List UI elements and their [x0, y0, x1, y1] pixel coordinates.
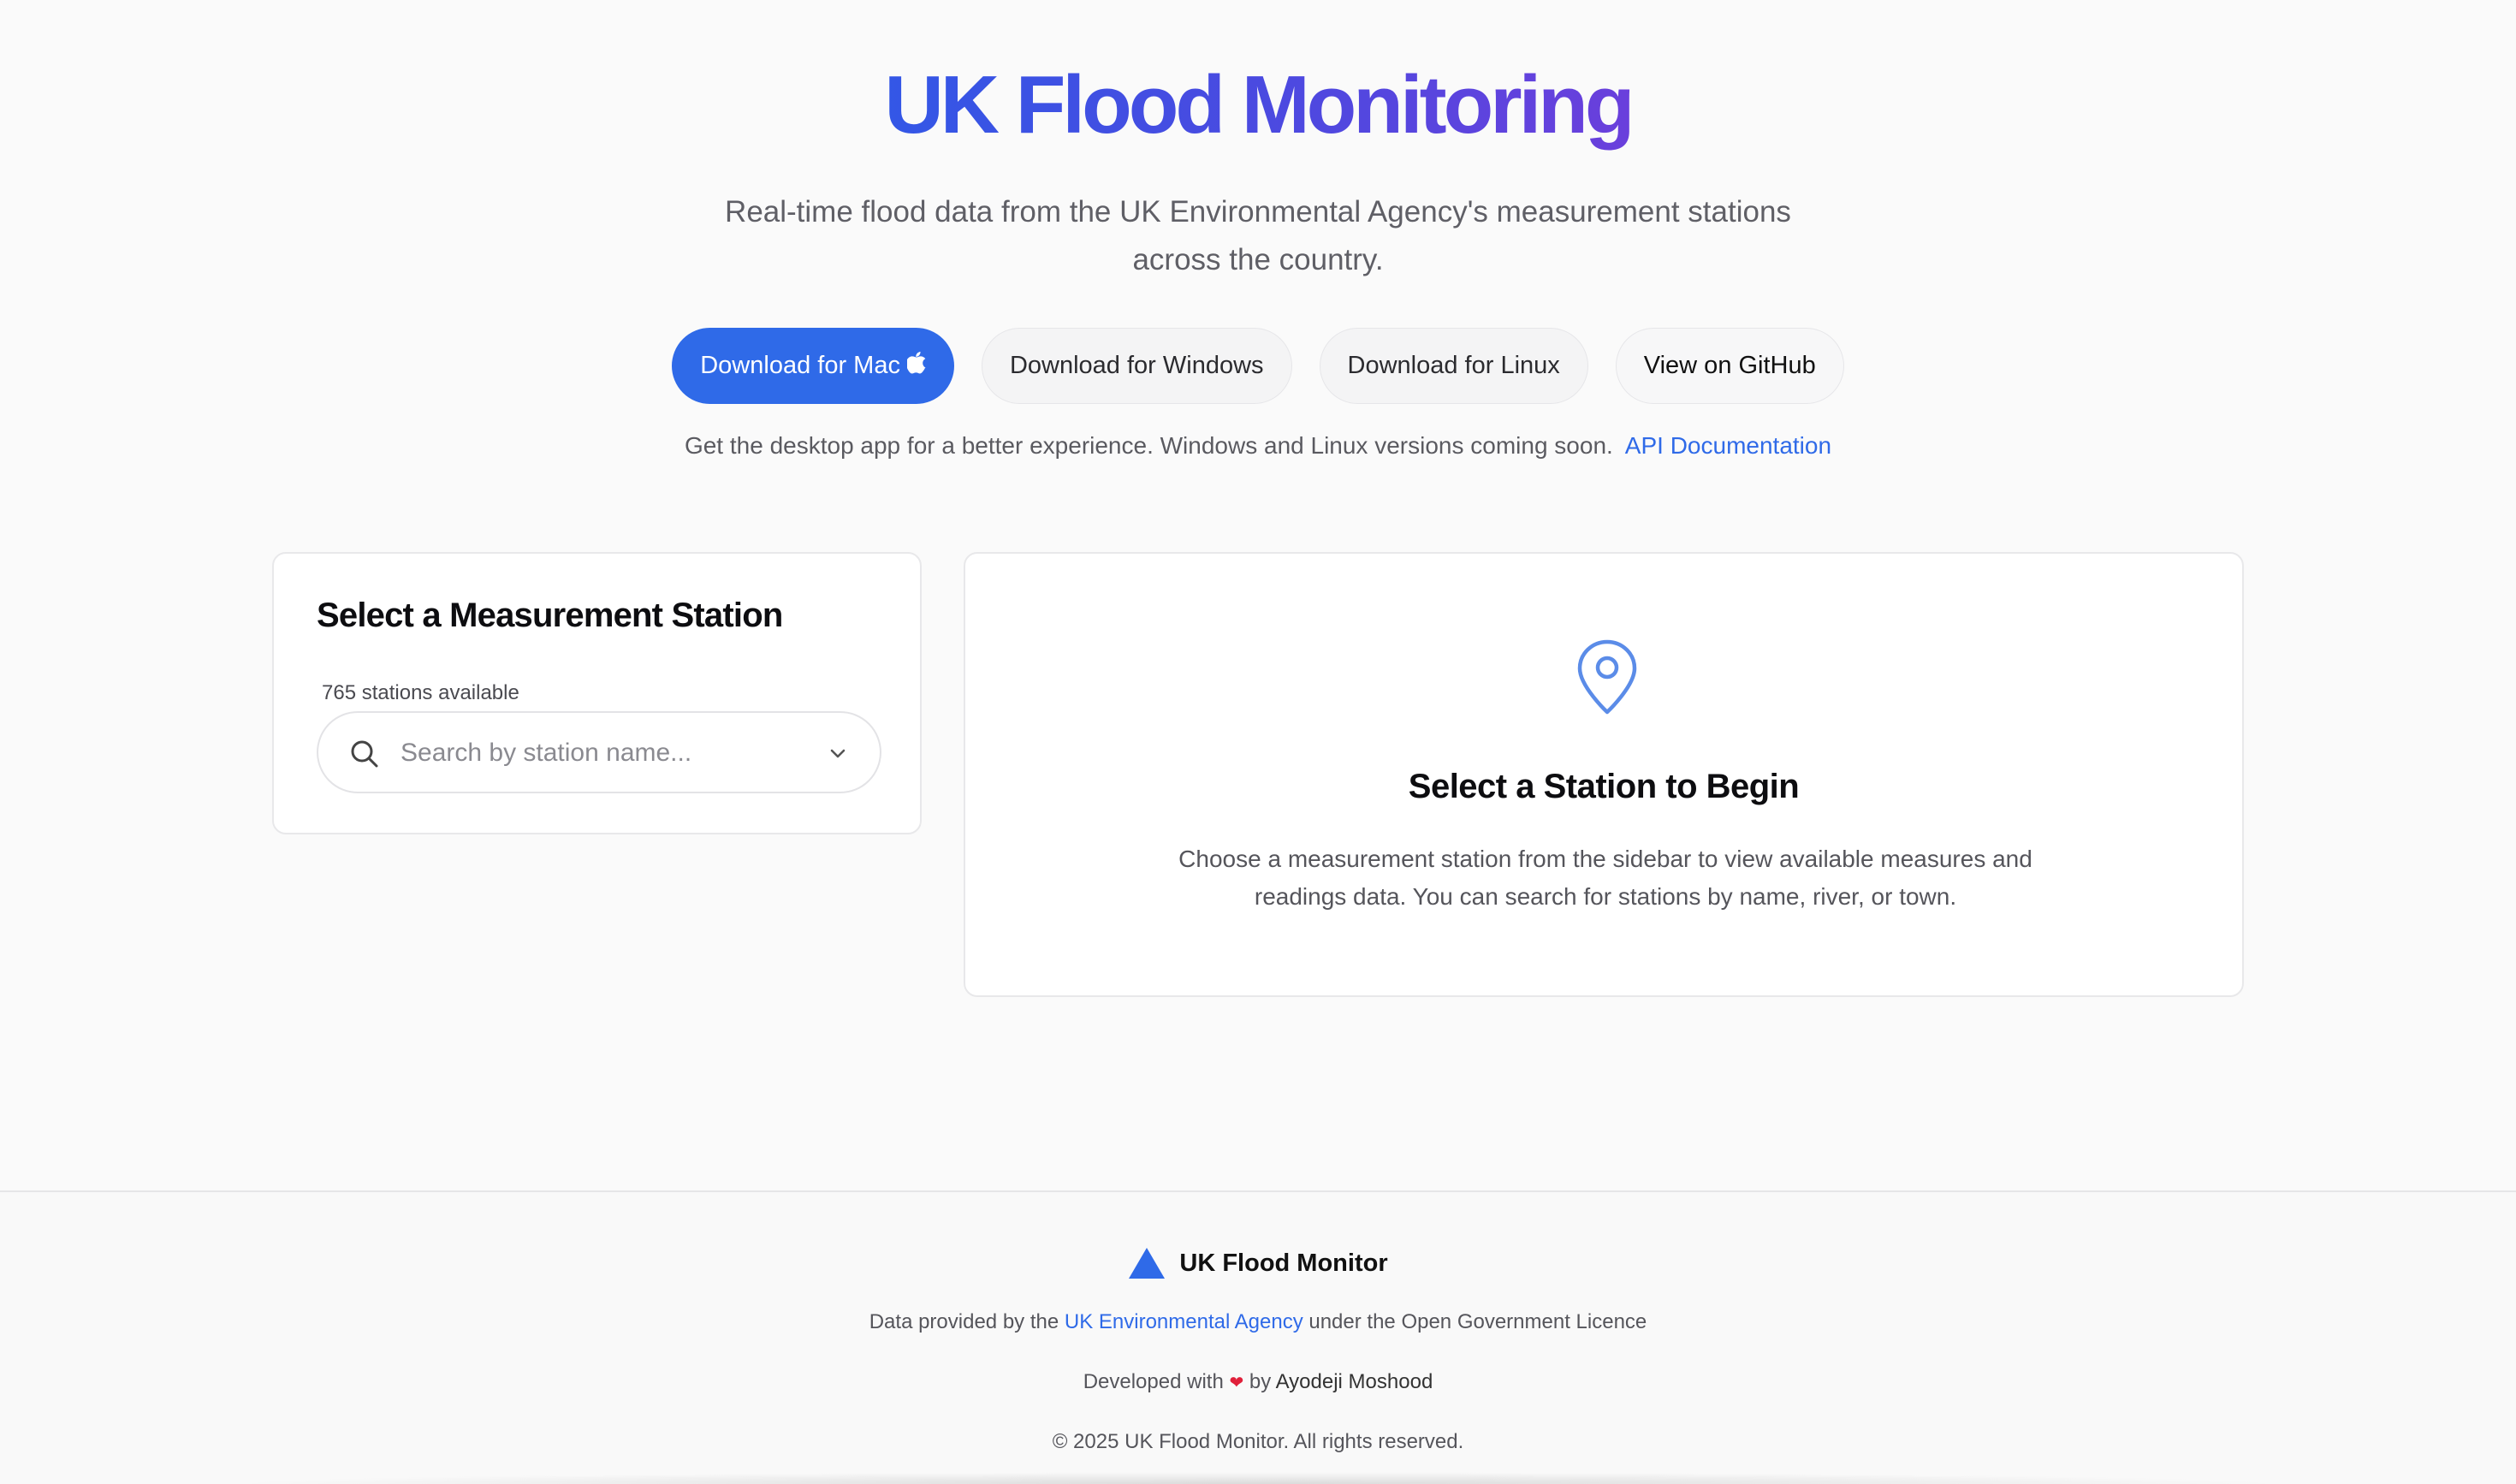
- footer: UK Flood Monitor Data provided by the UK…: [0, 1190, 2516, 1484]
- uk-environmental-agency-link[interactable]: UK Environmental Agency: [1065, 1310, 1303, 1333]
- developer-credit-prefix: Developed with: [1083, 1370, 1224, 1393]
- station-selector-title: Select a Measurement Station: [317, 597, 783, 634]
- bottom-shadow: [223, 1472, 2293, 1484]
- page-title-text: UK Flood Monitoring: [884, 59, 1635, 151]
- heart-icon: ❤: [1229, 1374, 1244, 1392]
- page-title: UK Flood Monitoring: [0, 50, 2516, 161]
- empty-state-description: Choose a measurement station from the si…: [1178, 846, 2032, 910]
- footer-copyright: © 2025 UK Flood Monitor. All rights rese…: [1052, 1430, 1464, 1453]
- download-buttons: Download for Mac Download for Windows Do…: [0, 328, 2516, 404]
- api-documentation-link[interactable]: API Documentation: [1625, 432, 1831, 459]
- station-search-combobox[interactable]: [317, 711, 881, 793]
- station-search-input[interactable]: [401, 730, 811, 776]
- data-attribution-suffix: under the Open Government Licence: [1308, 1310, 1647, 1333]
- desktop-app-info-text: Get the desktop app for a better experie…: [684, 432, 1613, 459]
- footer-brand: UK Flood Monitor: [0, 1247, 2516, 1279]
- download-mac-label: Download for Mac: [700, 352, 900, 379]
- triangle-icon: [1129, 1248, 1166, 1279]
- footer-data-attribution: Data provided by the UK Environmental Ag…: [0, 1310, 2516, 1334]
- hero-subtitle: Real-time flood data from the UK Environ…: [725, 195, 1791, 276]
- developer-credit-by: by: [1249, 1370, 1272, 1393]
- station-count-label: 765 stations available: [322, 681, 519, 704]
- apple-icon: [905, 352, 926, 380]
- download-mac-button[interactable]: Download for Mac: [672, 328, 954, 404]
- map-pin-icon: [1577, 639, 1637, 715]
- desktop-app-info: Get the desktop app for a better experie…: [0, 432, 2516, 460]
- station-selector-card: Select a Measurement Station 765 station…: [272, 552, 922, 834]
- download-windows-button[interactable]: Download for Windows: [981, 328, 1292, 404]
- page: UK Flood Monitoring Real-time flood data…: [0, 0, 2516, 1484]
- search-icon: [351, 740, 378, 768]
- chevron-down-icon[interactable]: [826, 742, 850, 766]
- empty-state-title: Select a Station to Begin: [1408, 768, 1800, 805]
- download-linux-button[interactable]: Download for Linux: [1319, 328, 1588, 404]
- station-details-panel: Select a Station to Begin Choose a measu…: [964, 552, 2244, 997]
- footer-brand-name: UK Flood Monitor: [1179, 1249, 1388, 1277]
- developer-name: Ayodeji Moshood: [1275, 1370, 1433, 1393]
- data-attribution-prefix: Data provided by the: [869, 1310, 1059, 1333]
- view-github-button[interactable]: View on GitHub: [1615, 328, 1844, 404]
- footer-developer-credit: Developed with ❤ by Ayodeji Moshood: [0, 1370, 2516, 1394]
